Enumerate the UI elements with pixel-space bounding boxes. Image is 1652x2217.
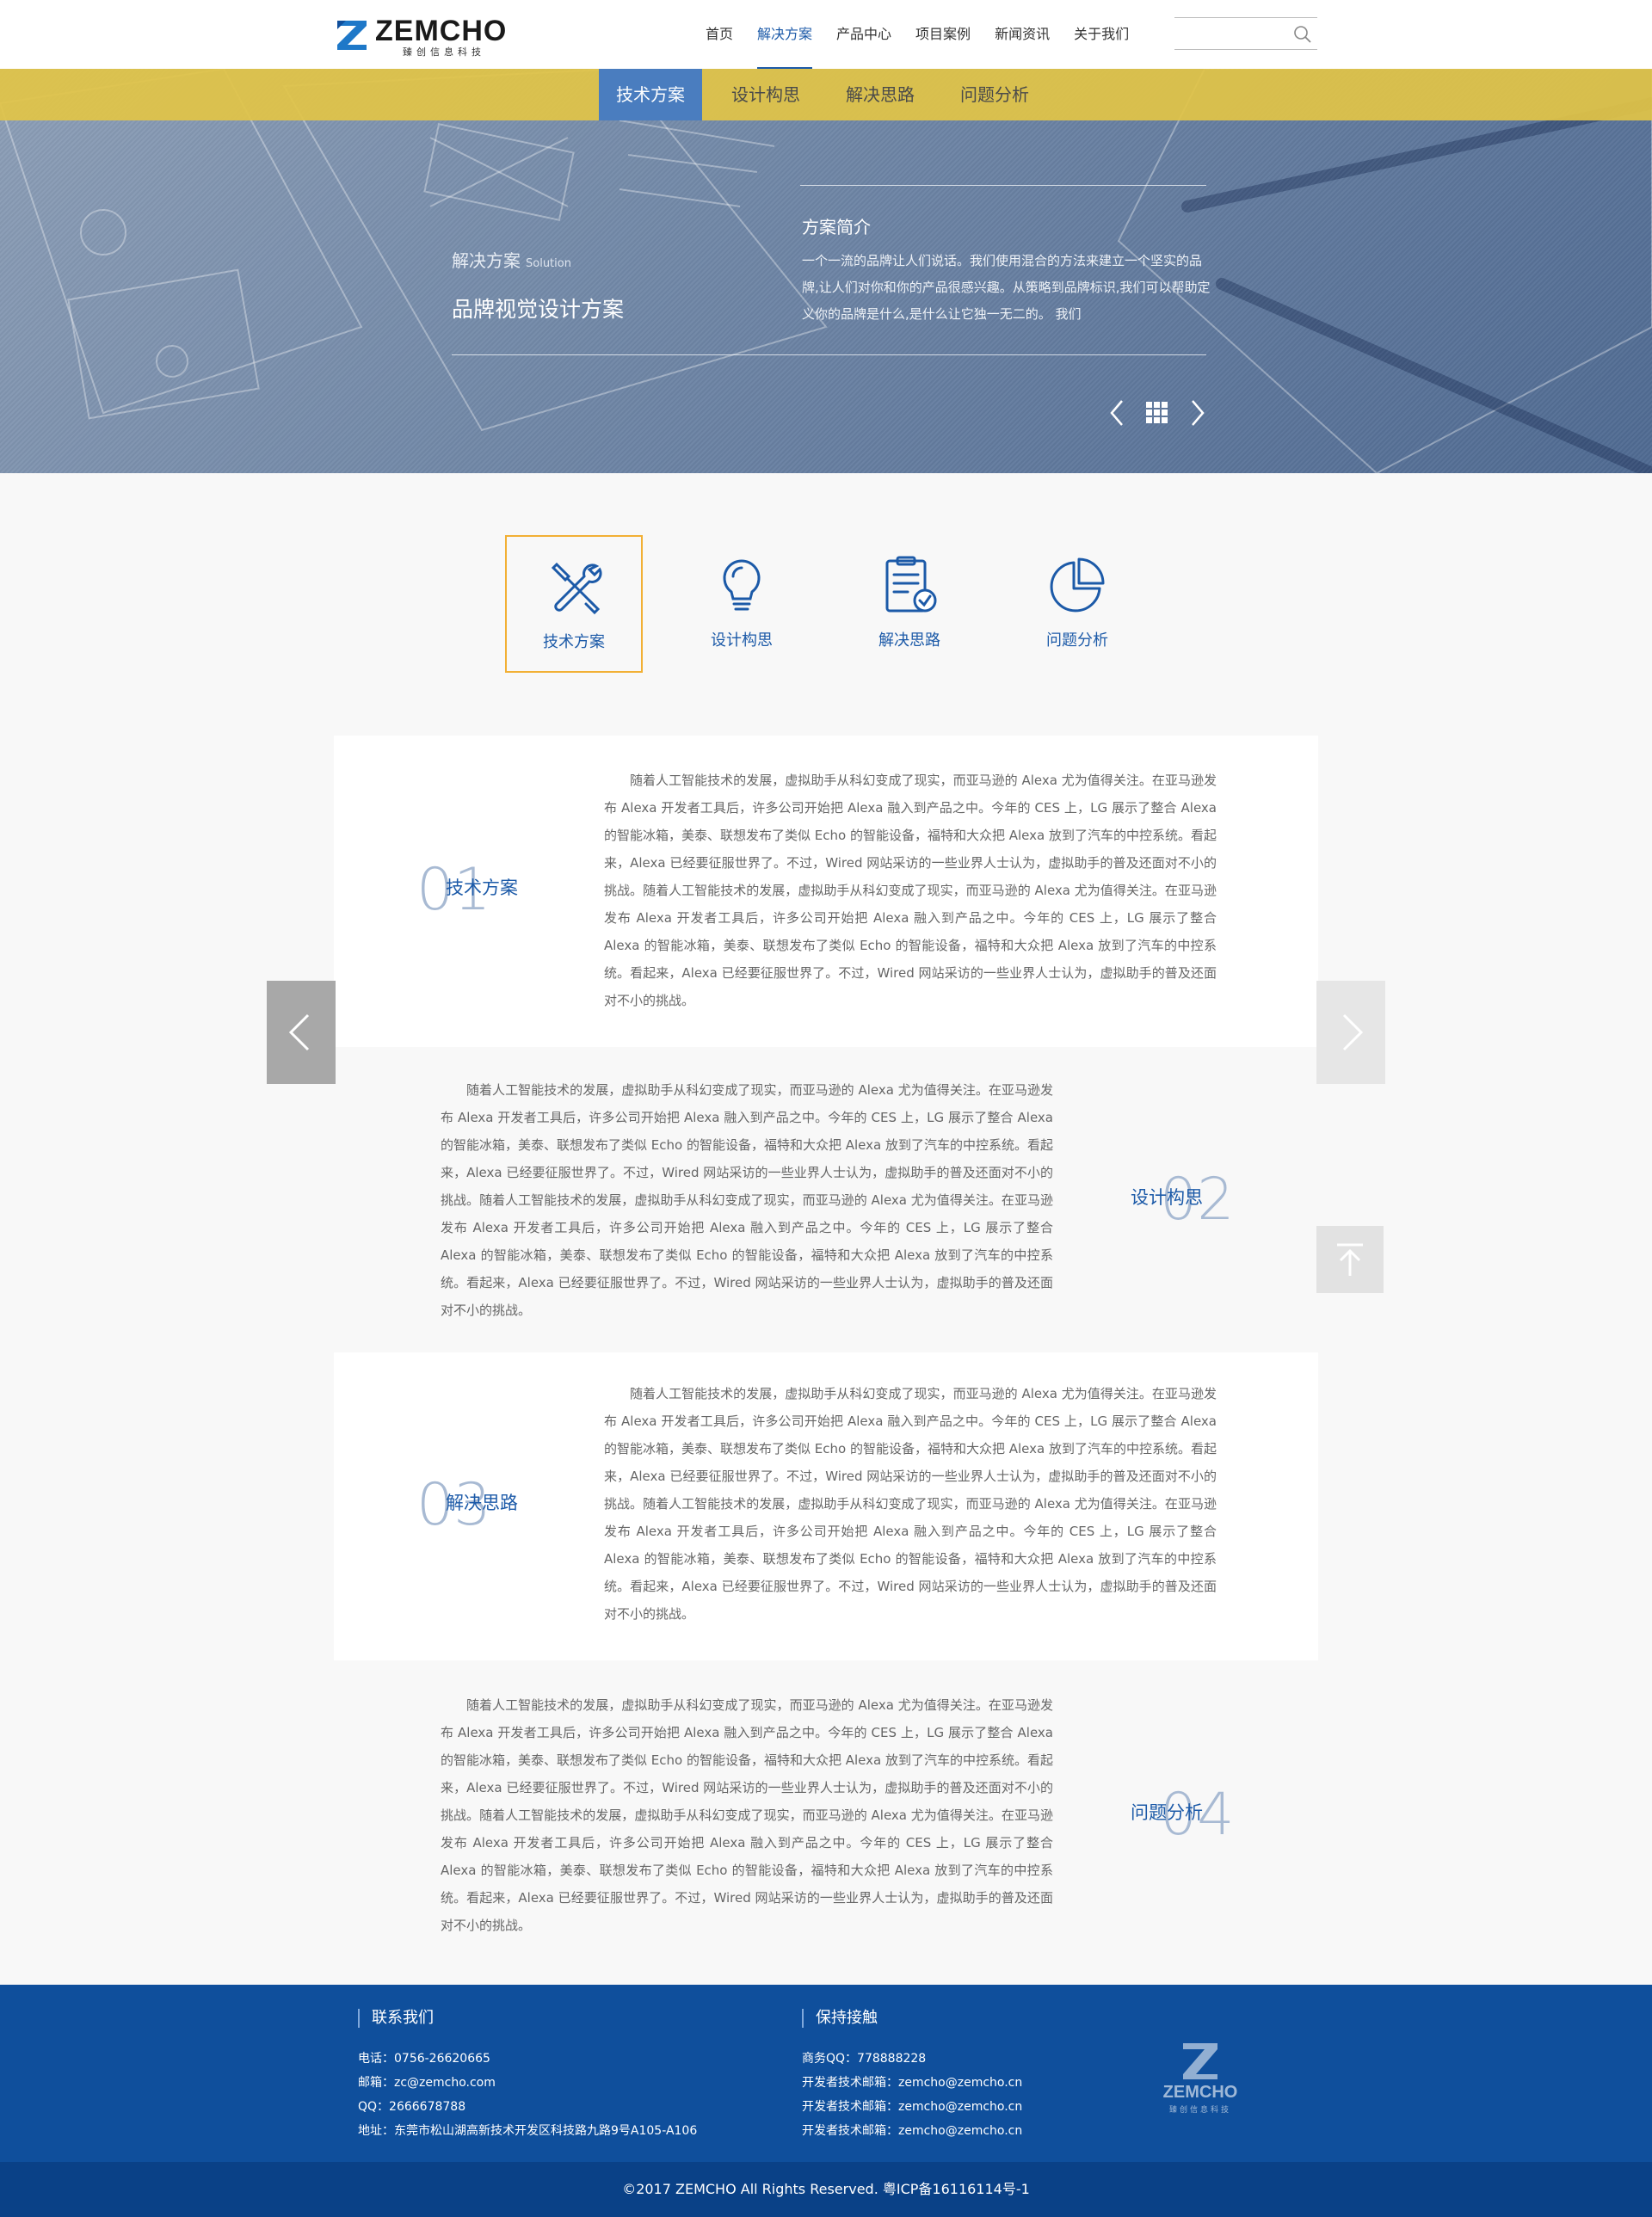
banner-category-en: Solution	[526, 257, 571, 270]
subnav-item-approach[interactable]: 解决思路	[829, 69, 932, 120]
footer-contact-title: 联系我们	[358, 2009, 697, 2028]
section-prev-arrow-icon[interactable]	[267, 981, 336, 1084]
banner-intro-text: 一个一流的品牌让人们说话。我们使用混合的方法来建立一个坚实的品牌,让人们对你和你…	[802, 253, 1211, 322]
footer-dev-email[interactable]: 开发者技术邮箱：zemcho@zemcho.cn	[802, 2071, 1022, 2095]
hero-banner: 解决方案 Solution 品牌视觉设计方案 方案简介 一个一流的品牌让人们说话。…	[0, 69, 1652, 473]
banner-category: 解决方案 Solution	[452, 247, 571, 272]
footer-address: 地址：东莞市松山湖高新技术开发区科技路九路9号A105-A106	[358, 2124, 698, 2138]
footer-dev-email[interactable]: 开发者技术邮箱：zemcho@zemcho.cn	[802, 2095, 1022, 2119]
section-approach: 03 解决思路 随着人工智能技术的发展，虚拟助手从科幻变成了现实，而亚马逊的 A…	[334, 1352, 1318, 1660]
tab-approach[interactable]: 解决思路	[841, 535, 978, 673]
banner-intro-title: 方案简介	[802, 217, 871, 237]
copyright-bar: ©2017 ZEMCHO All Rights Reserved. 粤ICP备1…	[0, 2162, 1652, 2217]
site-footer: 联系我们 电话：0756-26620665 邮箱：zc@zemcho.com Q…	[0, 1985, 1652, 2162]
nav-item-news[interactable]: 新闻资讯	[995, 0, 1050, 69]
footer-qq: QQ：2666678788	[358, 2100, 466, 2114]
nav-item-cases[interactable]: 项目案例	[915, 0, 971, 69]
footer-dev-email[interactable]: 开发者技术邮箱：zemcho@zemcho.cn	[802, 2119, 1022, 2143]
site-header: ZEMCHO 臻创信息科技 首页 解决方案 产品中心 项目案例 新闻资讯 关于我…	[0, 0, 1652, 69]
tab-analysis[interactable]: 问题分析	[1008, 535, 1146, 673]
footer-logo-sub: 臻创信息科技	[1168, 2106, 1231, 2115]
footer-logo: ZEMCHO 臻创信息科技	[1144, 2036, 1256, 2122]
section-label: 设计构思	[1131, 1187, 1203, 1208]
banner-category-label: 解决方案	[452, 250, 521, 271]
subnav-item-design[interactable]: 设计构思	[714, 69, 817, 120]
brand-logo[interactable]: ZEMCHO 臻创信息科技	[334, 14, 523, 58]
nav-item-products[interactable]: 产品中心	[836, 0, 891, 69]
nav-item-solutions[interactable]: 解决方案	[757, 0, 813, 69]
search-icon[interactable]	[1293, 25, 1312, 44]
section-body-text: 随着人工智能技术的发展，虚拟助手从科幻变成了现实，而亚马逊的 Alexa 尤为值…	[604, 1386, 1217, 1622]
lightbulb-icon	[723, 559, 761, 611]
tab-design-concept[interactable]: 设计构思	[673, 535, 811, 673]
section-design-concept: 随着人工智能技术的发展，虚拟助手从科幻变成了现实，而亚马逊的 Alexa 尤为值…	[0, 1047, 1652, 1352]
section-analysis: 随着人工智能技术的发展，虚拟助手从科幻变成了现实，而亚马逊的 Alexa 尤为值…	[0, 1660, 1652, 1985]
subnav-item-tech[interactable]: 技术方案	[599, 69, 702, 120]
footer-business-qq: 商务QQ：778888228	[802, 2052, 927, 2066]
footer-phone: 电话：0756-26620665	[358, 2052, 490, 2066]
search-input[interactable]	[1174, 18, 1286, 49]
footer-email[interactable]: 邮箱：zc@zemcho.com	[358, 2071, 697, 2095]
clipboard-check-icon	[885, 556, 937, 613]
banner-divider	[452, 354, 1206, 355]
search-box	[1174, 17, 1317, 50]
logo-mark-icon	[337, 21, 367, 50]
footer-logo-text: ZEMCHO	[1162, 2083, 1238, 2102]
main-nav: 首页 解决方案 产品中心 项目案例 新闻资讯 关于我们	[706, 0, 1153, 69]
banner-next-icon[interactable]	[1187, 397, 1208, 428]
sub-nav: 技术方案 设计构思 解决思路 问题分析	[0, 69, 1652, 120]
section-tech-solution: 01 技术方案 随着人工智能技术的发展，虚拟助手从科幻变成了现实，而亚马逊的 A…	[334, 736, 1318, 1047]
section-body-text: 随着人工智能技术的发展，虚拟助手从科幻变成了现实，而亚马逊的 Alexa 尤为值…	[441, 1082, 1053, 1318]
section-next-arrow-icon[interactable]	[1316, 981, 1385, 1084]
subnav-item-analysis[interactable]: 问题分析	[943, 69, 1046, 120]
banner-prev-icon[interactable]	[1106, 397, 1127, 428]
tab-label: 解决思路	[878, 631, 940, 650]
tab-label: 技术方案	[543, 633, 605, 651]
pie-chart-icon	[1050, 557, 1105, 613]
section-label: 问题分析	[1131, 1802, 1203, 1823]
footer-contact: 联系我们 电话：0756-26620665 邮箱：zc@zemcho.com Q…	[358, 2009, 697, 2143]
nav-item-home[interactable]: 首页	[706, 0, 733, 69]
section-label: 解决思路	[446, 1493, 518, 1513]
banner-grid-icon[interactable]	[1144, 397, 1170, 428]
tab-label: 设计构思	[711, 631, 773, 650]
tab-tech-solution[interactable]: 技术方案	[505, 535, 643, 673]
footer-keep-in-touch: 保持接触 商务QQ：778888228 开发者技术邮箱：zemcho@zemch…	[802, 2009, 1022, 2143]
feature-tabs: 技术方案 设计构思 解决思路 问题分析	[505, 535, 1193, 674]
brand-tagline: 臻创信息科技	[403, 46, 485, 58]
section-body-text: 随着人工智能技术的发展，虚拟助手从科幻变成了现实，而亚马逊的 Alexa 尤为值…	[604, 773, 1217, 1008]
tools-icon	[551, 562, 602, 615]
section-label: 技术方案	[446, 878, 518, 898]
footer-keep-title: 保持接触	[802, 2009, 1022, 2028]
section-body-text: 随着人工智能技术的发展，虚拟助手从科幻变成了现实，而亚马逊的 Alexa 尤为值…	[441, 1697, 1053, 1933]
brand-name: ZEMCHO	[375, 15, 508, 47]
banner-title: 品牌视觉设计方案	[452, 297, 625, 322]
banner-divider	[800, 185, 1206, 186]
nav-item-about[interactable]: 关于我们	[1074, 0, 1129, 69]
back-to-top-icon[interactable]	[1316, 1226, 1384, 1293]
tab-label: 问题分析	[1046, 631, 1108, 650]
